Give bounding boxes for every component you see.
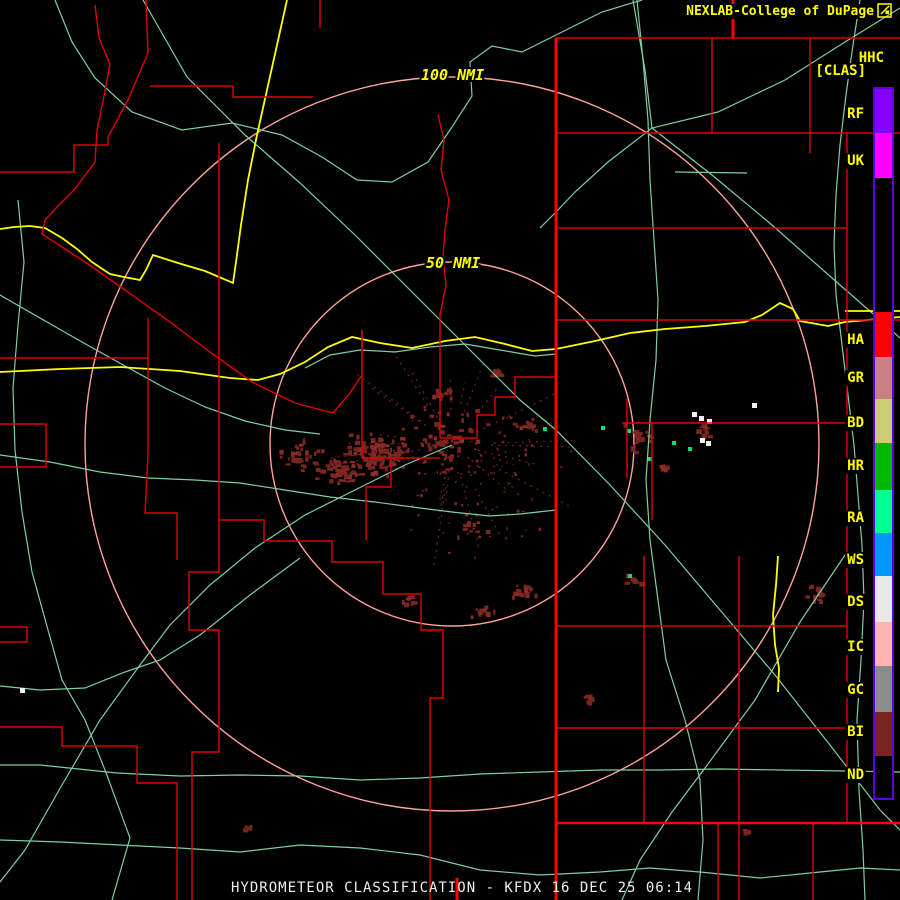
legend-swatch-BD <box>875 399 892 443</box>
legend-swatch-DS <box>875 576 892 622</box>
echo-speck-green <box>672 441 676 445</box>
legend-color-bar <box>873 87 894 800</box>
legend-label-IC: IC <box>845 639 866 655</box>
legend-swatch-RF <box>875 89 892 133</box>
county-boundary <box>41 233 334 414</box>
road-line <box>0 454 557 517</box>
legend-label-RF: RF <box>845 106 866 122</box>
county-boundary <box>440 376 557 439</box>
legend-label-GR: GR <box>845 370 866 386</box>
county-boundary <box>188 143 220 900</box>
highway-line <box>0 301 900 381</box>
echo-speck-green <box>601 426 605 430</box>
legend-label-HA: HA <box>845 332 866 348</box>
legend-label-BI: BI <box>845 724 866 740</box>
legend-label-BD: BD <box>845 415 866 431</box>
county-boundary <box>144 318 178 560</box>
legend-swatch-BI <box>875 712 892 756</box>
legend-swatch-UK <box>875 133 892 178</box>
road-line <box>674 171 748 174</box>
legend-swatch-GC <box>875 666 892 712</box>
legend-label-GC: GC <box>845 682 866 698</box>
legend-label-HR: HR <box>845 458 866 474</box>
echo-speck-green <box>688 447 692 451</box>
legend-swatch-HA <box>875 312 892 357</box>
checkered-flag-icon <box>877 3 893 19</box>
legend-label-ND: ND <box>845 767 866 783</box>
echo-speck-white <box>700 438 705 443</box>
brand-text: NEXLAB-College of DuPage <box>686 4 874 19</box>
range-ring <box>269 261 635 627</box>
road-line <box>142 0 900 831</box>
county-boundary <box>0 626 28 643</box>
road-line <box>0 444 453 883</box>
county-boundary <box>150 85 313 98</box>
echo-speck-green <box>543 427 547 431</box>
legend-swatch-IC <box>875 622 892 666</box>
legend-label-UK: UK <box>845 153 866 169</box>
road-line <box>0 764 900 781</box>
echo-layer <box>243 347 826 836</box>
highway-line <box>772 555 780 693</box>
road-line <box>0 557 301 691</box>
product-title: HYDROMETEOR CLASSIFICATION - KFDX 16 DEC… <box>231 880 694 896</box>
echo-speck-white <box>752 403 757 408</box>
radar-viewer: 50 NMI 100 NMI NEXLAB-College of DuPage H… <box>0 0 900 900</box>
legend-swatch-WS <box>875 533 892 576</box>
road-line <box>833 0 866 900</box>
echo-speck-white <box>692 412 697 417</box>
legend-swatch-HR <box>875 443 892 490</box>
legend-product-tag: [CLAS] <box>815 63 866 79</box>
legend-label-RA: RA <box>845 510 866 526</box>
echo-speck-white <box>20 688 25 693</box>
county-boundary <box>219 519 444 900</box>
range-ring-label: 100 NMI <box>421 66 484 84</box>
road-line <box>0 839 900 879</box>
county-boundary <box>41 4 111 235</box>
legend-label-WS: WS <box>845 552 866 568</box>
legend-label-DS: DS <box>845 594 866 610</box>
echo-speck-green <box>628 574 632 578</box>
echo-speck-white <box>706 441 711 446</box>
legend-swatch-GR <box>875 357 892 399</box>
range-ring-label: 50 NMI <box>426 254 480 272</box>
legend-swatch-ND <box>875 756 892 798</box>
county-boundary <box>0 0 149 173</box>
legend-swatch-RA <box>875 490 892 533</box>
county-boundary <box>0 726 178 900</box>
radar-map: 50 NMI 100 NMI <box>0 0 900 900</box>
echo-speck-white <box>699 416 704 421</box>
road-line <box>636 0 704 900</box>
